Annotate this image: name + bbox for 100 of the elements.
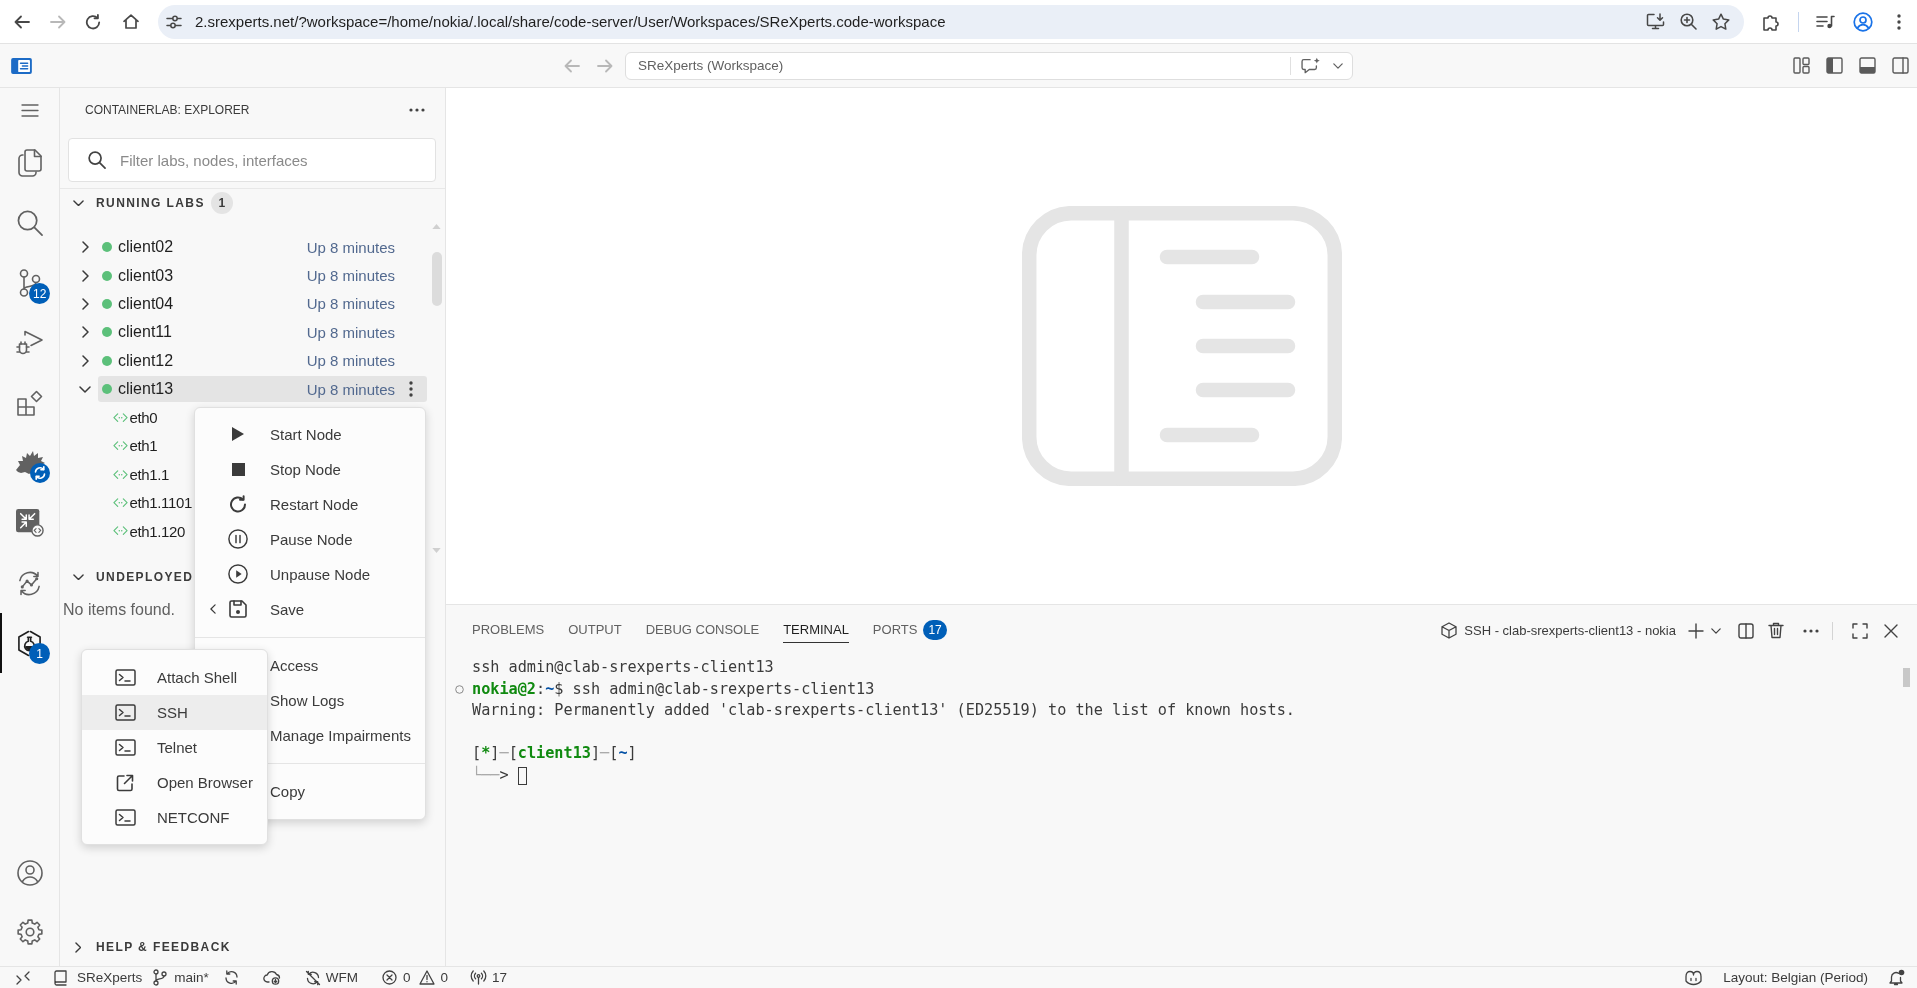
panel-tab[interactable]: PORTS 17: [872, 618, 947, 643]
chevron-down-icon[interactable]: [72, 573, 84, 581]
files-icon[interactable]: [17, 149, 42, 177]
plus-icon[interactable]: [1688, 622, 1704, 639]
goggles-face-icon[interactable]: [1684, 969, 1704, 986]
run-debug-icon[interactable]: [15, 330, 44, 356]
cube-icon[interactable]: [1441, 622, 1458, 639]
menu-item[interactable]: Restart Node: [270, 495, 359, 513]
app-logo-icon[interactable]: [11, 57, 32, 74]
panel-tab[interactable]: PROBLEMS: [472, 618, 545, 643]
sync-off-icon[interactable]: [304, 969, 321, 986]
warning-count[interactable]: 0: [440, 970, 449, 985]
tree-item[interactable]: eth1.120: [113, 518, 186, 545]
branch-icon[interactable]: [153, 969, 168, 986]
branch-name[interactable]: main*: [174, 970, 209, 985]
menu-item[interactable]: Access: [270, 656, 319, 674]
chevron-right-icon[interactable]: [81, 241, 89, 254]
puzzle-icon[interactable]: [1762, 12, 1780, 31]
chevron-right-icon[interactable]: [81, 297, 89, 310]
menu-item[interactable]: Show Logs: [270, 691, 345, 709]
menu-item[interactable]: Unpause Node: [270, 565, 371, 583]
error-count[interactable]: 0: [403, 970, 411, 985]
command-center[interactable]: SReXperts (Workspace): [625, 51, 1353, 80]
remote-icon[interactable]: [16, 970, 30, 985]
tree-item[interactable]: client13 Up 8 minutes: [98, 376, 427, 403]
menu-item[interactable]: Open Browser: [82, 765, 267, 800]
section-title[interactable]: UNDEPLOYED: [96, 570, 194, 584]
trash-icon[interactable]: [1768, 622, 1784, 639]
bell-icon[interactable]: [1888, 969, 1905, 986]
chevron-down-icon[interactable]: [1711, 627, 1721, 634]
back-arrow-icon[interactable]: [14, 14, 30, 29]
book-icon[interactable]: [54, 969, 67, 986]
star-icon[interactable]: [1712, 13, 1730, 30]
terminal-title[interactable]: SSH - clab-srexperts-client13 - nokia: [1464, 623, 1676, 638]
panel-tab[interactable]: TERMINAL: [783, 618, 849, 643]
menu-item[interactable]: Save: [270, 600, 305, 618]
maximize-icon[interactable]: [1852, 622, 1868, 639]
profile-name[interactable]: WFM: [325, 970, 359, 985]
more-icon[interactable]: [409, 108, 425, 112]
scrollbar-thumb[interactable]: [432, 252, 442, 306]
tree-item[interactable]: client12 Up 8 minutes: [98, 347, 427, 374]
more-actions-icon[interactable]: [409, 381, 413, 398]
panel-bottom-icon[interactable]: [1859, 57, 1876, 74]
sidebar-right-icon[interactable]: [1892, 57, 1909, 74]
chevron-right-icon[interactable]: [74, 941, 82, 953]
account-icon[interactable]: [1853, 11, 1873, 32]
tree-item[interactable]: eth0: [113, 404, 158, 431]
address-field[interactable]: 2.srexperts.net/?workspace=/home/nokia/.local/share/code-server/User/Workspaces/SReXperts.code-workspace: [158, 4, 1744, 39]
tree-item[interactable]: eth1.1: [113, 461, 170, 488]
playlist-icon[interactable]: [1816, 14, 1835, 29]
chevron-right-icon[interactable]: [81, 354, 89, 367]
menu-item[interactable]: NETCONF: [82, 800, 267, 835]
error-icon[interactable]: [382, 970, 398, 985]
more-icon[interactable]: [1803, 628, 1819, 633]
warning-icon[interactable]: [418, 970, 435, 985]
workspace-name[interactable]: SReXperts: [77, 970, 143, 985]
cloud-download-icon[interactable]: [262, 970, 281, 985]
reload-icon[interactable]: [85, 13, 101, 30]
tree-item[interactable]: client11 Up 8 minutes: [98, 319, 427, 346]
flask-hexagon-icon[interactable]: [17, 629, 42, 657]
layout-grid-icon[interactable]: [1793, 57, 1810, 74]
search-icon[interactable]: [16, 210, 43, 236]
zoom-in-icon[interactable]: [1680, 13, 1697, 30]
home-icon[interactable]: [123, 14, 139, 29]
menu-item[interactable]: Manage Impairments: [270, 726, 411, 744]
menu-item[interactable]: Stop Node: [270, 460, 341, 478]
tree-item[interactable]: eth1: [113, 432, 158, 459]
section-title[interactable]: HELP & FEEDBACK: [96, 940, 231, 954]
install-app-icon[interactable]: [1646, 13, 1665, 30]
tune-icon[interactable]: [166, 14, 182, 29]
broadcast-icon[interactable]: [470, 970, 488, 985]
menu-item[interactable]: Copy: [270, 782, 306, 800]
sidebar-left-icon[interactable]: [1826, 57, 1843, 74]
keyboard-layout[interactable]: Layout: Belgian (Period): [1723, 970, 1868, 985]
port-count[interactable]: 17: [492, 970, 508, 985]
tree-item[interactable]: client04 Up 8 minutes: [98, 290, 427, 317]
tree-item[interactable]: client03 Up 8 minutes: [98, 262, 427, 289]
menu-item[interactable]: Pause Node: [270, 530, 353, 548]
filter-field[interactable]: Filter labs, nodes, interfaces: [68, 138, 436, 182]
close-icon[interactable]: [1884, 623, 1898, 638]
scrollbar-thumb[interactable]: [1903, 668, 1910, 687]
tree-item[interactable]: eth1.1101: [113, 489, 192, 516]
menu-item[interactable]: SSH: [82, 695, 267, 730]
kebab-menu-icon[interactable]: [1897, 13, 1901, 30]
menu-icon[interactable]: [20, 104, 39, 117]
tree-item[interactable]: client02 Up 8 minutes: [98, 234, 427, 261]
menu-item[interactable]: Telnet: [82, 730, 267, 765]
split-icon[interactable]: [1738, 622, 1754, 639]
menu-item[interactable]: Attach Shell: [82, 660, 267, 695]
chevron-down-icon[interactable]: [79, 385, 91, 393]
panel-tab[interactable]: OUTPUT: [568, 618, 622, 643]
account-icon[interactable]: [16, 860, 43, 886]
panel-tab[interactable]: DEBUG CONSOLE: [645, 618, 760, 643]
chevron-down-icon[interactable]: [1333, 62, 1343, 69]
section-title[interactable]: RUNNING LABS: [96, 196, 205, 210]
sync-icon[interactable]: [223, 970, 239, 985]
arrows-square-icon[interactable]: [15, 509, 44, 537]
chart-cycle-icon[interactable]: [16, 569, 43, 597]
extensions-icon[interactable]: [16, 390, 43, 416]
chevron-right-icon[interactable]: [81, 326, 89, 339]
